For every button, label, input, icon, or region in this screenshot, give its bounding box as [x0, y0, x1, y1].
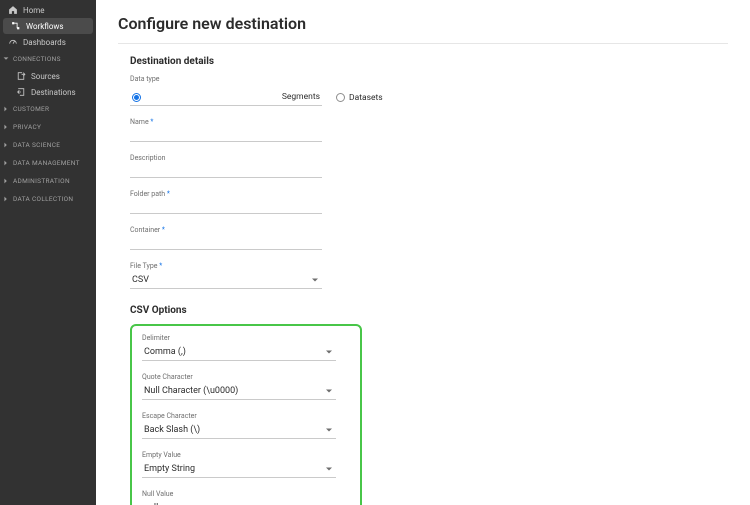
datatype-label: Data type [130, 75, 728, 83]
sidebar-group-label: CUSTOMER [13, 105, 49, 113]
filetype-value: CSV [132, 275, 149, 285]
chevron-down-icon [324, 425, 334, 435]
main-content: Configure new destination Destination de… [96, 0, 750, 505]
null-label: Null Value [142, 490, 350, 498]
sidebar-group-customer[interactable]: CUSTOMER [0, 100, 96, 118]
csv-options-highlight: Delimiter Comma (,) Quote Character Null… [130, 324, 362, 505]
delimiter-label: Delimiter [142, 334, 350, 342]
sidebar-item-destinations[interactable]: Destinations [8, 84, 96, 100]
null-select[interactable]: null [142, 500, 336, 505]
sidebar: Home Workflows Dashboards CONNECTIONS So… [0, 0, 96, 505]
chevron-right-icon [2, 159, 10, 167]
workflows-icon [11, 21, 21, 31]
name-input[interactable] [130, 128, 322, 142]
container-input[interactable] [130, 236, 322, 250]
empty-value: Empty String [144, 464, 195, 474]
empty-label: Empty Value [142, 451, 350, 459]
sidebar-item-label: Destinations [31, 88, 76, 97]
filetype-label: File Type * [130, 262, 728, 270]
folder-input[interactable] [130, 200, 322, 214]
escape-value: Back Slash (\) [144, 425, 200, 435]
sidebar-item-workflows[interactable]: Workflows [3, 18, 93, 34]
sidebar-group-label: PRIVACY [13, 123, 41, 131]
destinations-icon [16, 87, 26, 97]
sidebar-item-sources[interactable]: Sources [8, 68, 96, 84]
escape-select[interactable]: Back Slash (\) [142, 422, 336, 439]
delimiter-value: Comma (,) [144, 347, 186, 357]
section-heading-details: Destination details [130, 56, 728, 67]
sidebar-group-label: ADMINISTRATION [13, 177, 70, 185]
sidebar-group-label: DATA SCIENCE [13, 141, 60, 149]
chevron-right-icon [2, 195, 10, 203]
radio-label: Segments [282, 92, 320, 102]
sidebar-group-connections[interactable]: CONNECTIONS [0, 50, 96, 68]
escape-label: Escape Character [142, 412, 350, 420]
chevron-right-icon [2, 105, 10, 113]
sidebar-group-label: CONNECTIONS [13, 55, 61, 63]
sidebar-item-label: Dashboards [23, 38, 66, 47]
description-input[interactable] [130, 164, 322, 178]
delimiter-select[interactable]: Comma (,) [142, 344, 336, 361]
divider [118, 43, 728, 44]
empty-select[interactable]: Empty String [142, 461, 336, 478]
sidebar-group-datacoll[interactable]: DATA COLLECTION [0, 190, 96, 208]
radio-icon [132, 93, 141, 102]
chevron-down-icon [310, 275, 320, 285]
filetype-select[interactable]: CSV [130, 272, 322, 289]
name-label: Name * [130, 118, 728, 126]
sidebar-group-label: DATA COLLECTION [13, 195, 73, 203]
sidebar-group-label: DATA MANAGEMENT [13, 159, 80, 167]
sidebar-item-label: Home [23, 6, 45, 15]
chevron-right-icon [2, 177, 10, 185]
radio-segments[interactable]: Segments [130, 89, 322, 106]
quote-label: Quote Character [142, 373, 350, 381]
description-label: Description [130, 154, 728, 162]
sidebar-item-dashboards[interactable]: Dashboards [0, 34, 96, 50]
radio-label: Datasets [349, 93, 383, 103]
sidebar-group-datamgmt[interactable]: DATA MANAGEMENT [0, 154, 96, 172]
sidebar-item-home[interactable]: Home [0, 2, 96, 18]
sidebar-group-admin[interactable]: ADMINISTRATION [0, 172, 96, 190]
sidebar-group-privacy[interactable]: PRIVACY [0, 118, 96, 136]
section-heading-csv: CSV Options [130, 305, 728, 316]
chevron-down-icon [324, 347, 334, 357]
chevron-down-icon [324, 464, 334, 474]
home-icon [8, 5, 18, 15]
chevron-down-icon [2, 55, 10, 63]
sidebar-item-label: Sources [31, 72, 60, 81]
quote-select[interactable]: Null Character (\u0000) [142, 383, 336, 400]
dashboards-icon [8, 37, 18, 47]
container-label: Container * [130, 226, 728, 234]
quote-value: Null Character (\u0000) [144, 386, 238, 396]
chevron-right-icon [2, 123, 10, 131]
sources-icon [16, 71, 26, 81]
sidebar-item-label: Workflows [26, 22, 64, 31]
page-title: Configure new destination [118, 14, 728, 33]
radio-datasets[interactable]: Datasets [336, 89, 383, 106]
sidebar-group-datascience[interactable]: DATA SCIENCE [0, 136, 96, 154]
folder-label: Folder path * [130, 190, 728, 198]
chevron-down-icon [324, 386, 334, 396]
chevron-right-icon [2, 141, 10, 149]
radio-icon [336, 93, 345, 102]
